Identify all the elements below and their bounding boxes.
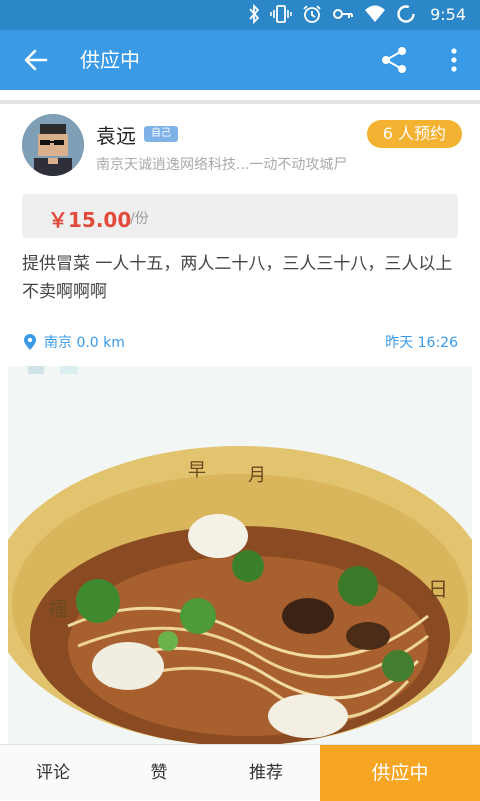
food-photo[interactable]: 福 日 早 月 [8,366,472,746]
status-time: 9:54 [430,4,466,24]
app-bar: 供应中 [0,30,480,90]
svg-text:福: 福 [48,597,68,621]
sync-icon [397,5,415,23]
reserve-count-badge[interactable]: 6 人预约 [366,120,462,148]
alarm-icon [303,5,321,23]
bluetooth-icon [249,4,260,24]
divider [0,100,480,104]
self-badge: 自己 [144,126,178,142]
price-unit: /份 [130,211,149,227]
status-bar: 9:54 [0,0,480,30]
location-text[interactable]: 南京 0.0 km [44,332,125,352]
wifi-icon [365,5,386,22]
bottom-action-bar: 评论 赞 推荐 供应中 [0,744,480,801]
price: ￥15.00 [48,208,132,232]
company-text: 南京天诚逍逸网络科技...一动不动攻城尸 [96,157,348,173]
avatar[interactable] [22,114,84,176]
vibrate-icon [270,5,292,23]
price-box: ￥15.00 /份 [22,194,458,238]
post-description: 提供冒菜 一人十五，两人二十八，三人三十八，三人以上不卖啊啊啊 [22,254,453,302]
like-button[interactable]: 赞 [106,745,212,801]
more-vert-icon[interactable] [446,44,462,76]
share-icon[interactable] [378,44,410,76]
supply-status-button[interactable]: 供应中 [320,745,480,801]
key-icon [333,9,354,19]
post-time: 昨天 16:26 [385,335,458,351]
svg-text:月: 月 [248,465,266,486]
svg-text:早: 早 [188,460,206,481]
comment-button[interactable]: 评论 [0,745,106,801]
back-arrow-icon[interactable] [20,46,52,74]
location-pin-icon [24,334,36,350]
svg-text:日: 日 [428,577,448,601]
recommend-button[interactable]: 推荐 [212,745,320,801]
user-name[interactable]: 袁远 [96,120,136,149]
page-title: 供应中 [80,48,140,72]
